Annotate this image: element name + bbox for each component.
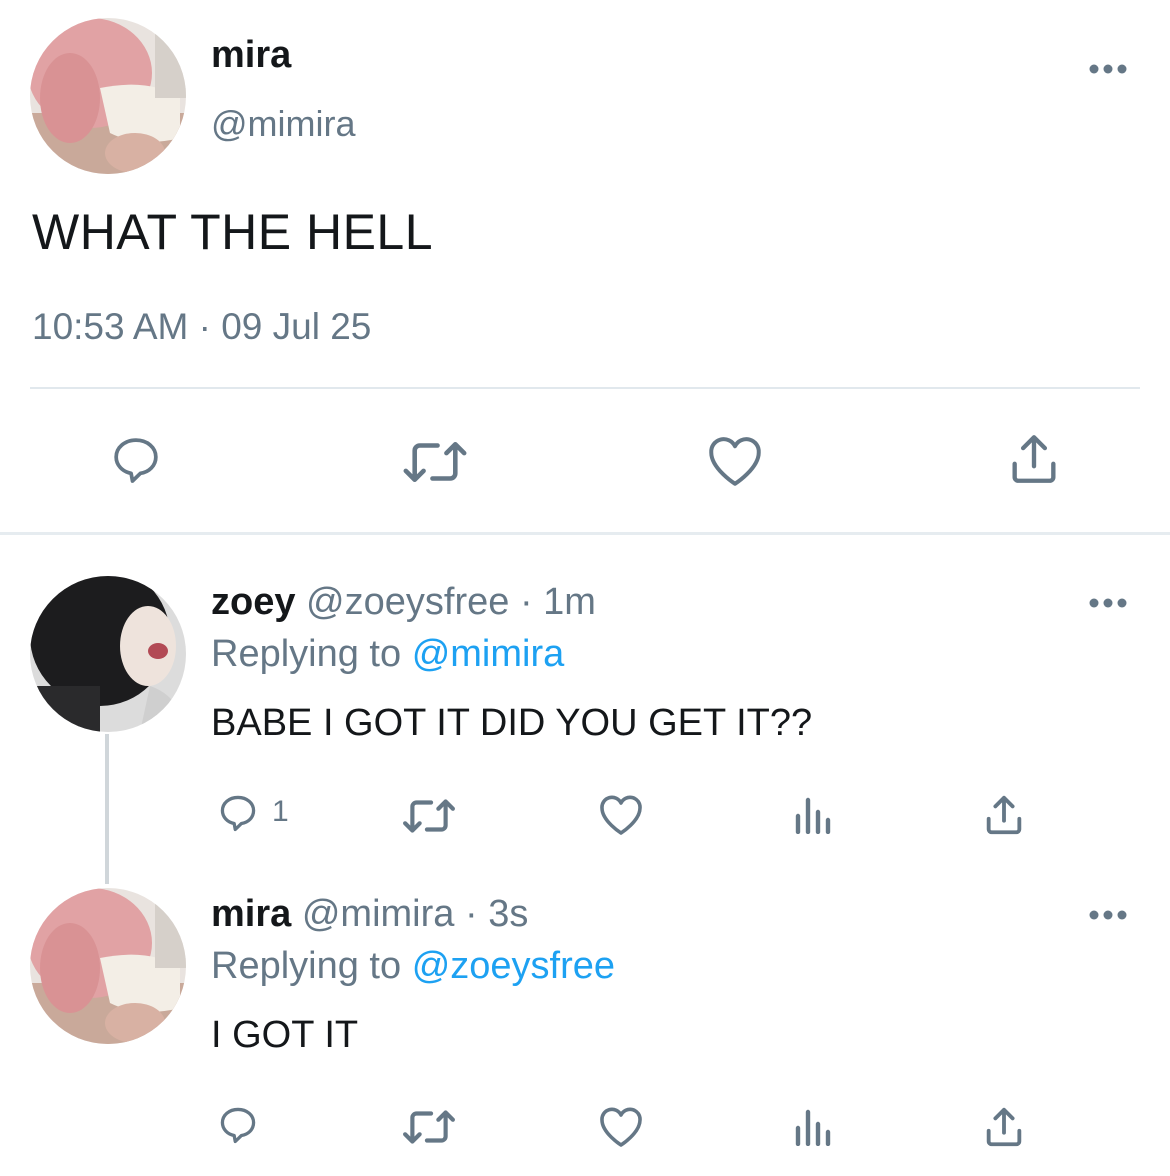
reply-author-handle[interactable]: @zoeysfree — [306, 581, 509, 623]
more-options-icon[interactable] — [1088, 908, 1128, 922]
reply-text: BABE I GOT IT DID YOU GET IT?? — [211, 702, 813, 744]
like-icon[interactable] — [705, 432, 765, 488]
replying-to-link[interactable]: @mimira — [412, 633, 565, 675]
tweet-timestamp: 10:53 AM · 09 Jul 25 — [32, 306, 372, 347]
tweet-author-handle[interactable]: @mimira — [211, 103, 356, 145]
avatar-mira[interactable] — [30, 18, 186, 174]
reply-count: 1 — [272, 795, 289, 828]
replying-to-label: Replying to — [211, 633, 402, 675]
like-icon[interactable] — [597, 791, 645, 837]
analytics-icon[interactable] — [794, 794, 832, 834]
like-icon[interactable] — [597, 1103, 645, 1149]
replying-to: Replying to @mimira — [211, 633, 564, 676]
replying-to-link[interactable]: @zoeysfree — [412, 945, 615, 987]
thread-line — [105, 734, 109, 884]
reply-icon[interactable] — [214, 1103, 262, 1147]
reply-author-name[interactable]: mira — [211, 893, 291, 935]
analytics-icon[interactable] — [794, 1106, 832, 1146]
tweet-author-name[interactable]: mira — [211, 34, 291, 77]
more-options-icon[interactable] — [1088, 596, 1128, 610]
replying-to: Replying to @zoeysfree — [211, 945, 615, 988]
retweet-icon[interactable] — [402, 795, 456, 837]
reply-header: mira @mimira · 3s — [211, 893, 528, 936]
reply-text: I GOT IT — [211, 1014, 359, 1056]
avatar-mira[interactable] — [30, 888, 186, 1044]
reply-author-name[interactable]: zoey — [211, 581, 295, 623]
reply-author-handle[interactable]: @mimira — [302, 893, 455, 935]
more-options-icon[interactable] — [1088, 62, 1128, 76]
share-icon[interactable] — [982, 1104, 1026, 1150]
reply-separator: · — [519, 581, 533, 623]
retweet-icon[interactable] — [402, 1106, 456, 1148]
retweet-icon[interactable] — [402, 436, 468, 488]
reply-time[interactable]: 1m — [543, 581, 596, 623]
share-icon[interactable] — [1006, 430, 1062, 488]
reply-icon[interactable] — [214, 791, 262, 835]
tweet-text: WHAT THE HELL — [32, 204, 434, 260]
share-icon[interactable] — [982, 792, 1026, 838]
section-divider — [0, 532, 1170, 535]
reply-time[interactable]: 3s — [488, 893, 528, 935]
avatar-zoey[interactable] — [30, 576, 186, 732]
reply-header: zoey @zoeysfree · 1m — [211, 581, 596, 624]
reply-separator: · — [464, 893, 478, 935]
replying-to-label: Replying to — [211, 945, 402, 987]
divider — [30, 387, 1140, 389]
reply-icon[interactable] — [106, 432, 166, 488]
